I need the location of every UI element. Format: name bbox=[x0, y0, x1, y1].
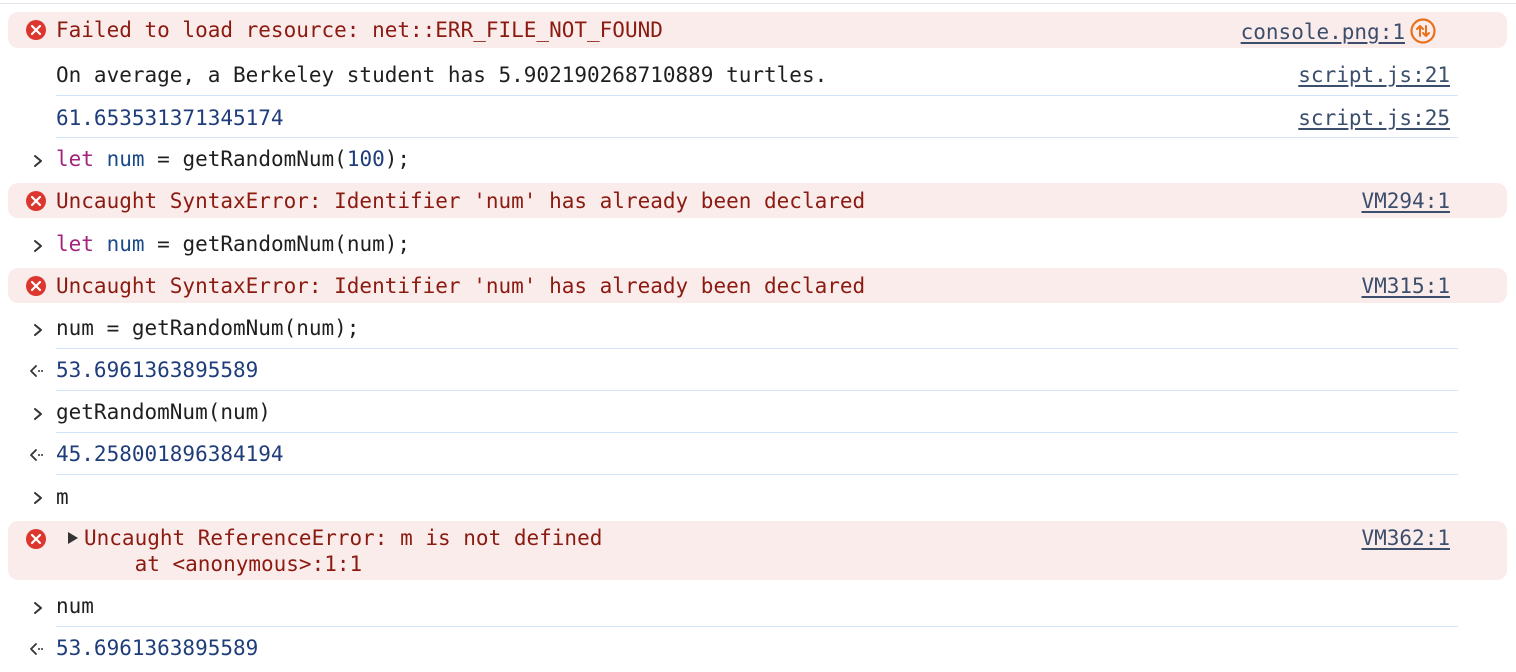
message-text: On average, a Berkeley student has 5.902… bbox=[56, 63, 828, 87]
console-message-error: Uncaught ReferenceError: m is not define… bbox=[8, 521, 1507, 580]
code-text: = getRandomNum( bbox=[144, 147, 347, 171]
console-message-error: Uncaught SyntaxError: Identifier 'num' h… bbox=[8, 183, 1507, 218]
return-arrow-icon bbox=[30, 365, 43, 377]
input-code: num bbox=[56, 594, 94, 618]
source-link[interactable]: VM362:1 bbox=[1361, 525, 1450, 551]
prompt-chevron-icon bbox=[34, 324, 42, 336]
console-input-entry: let num = getRandomNum(100); bbox=[8, 138, 1507, 180]
code-number: 100 bbox=[346, 147, 385, 171]
console-message-log: On average, a Berkeley student has 5.902… bbox=[8, 54, 1507, 96]
prompt-chevron-icon bbox=[34, 408, 42, 420]
return-arrow-icon bbox=[30, 449, 43, 461]
console-top-border bbox=[0, 3, 1516, 4]
source-link[interactable]: VM294:1 bbox=[1361, 188, 1450, 214]
source-link[interactable]: console.png:1 bbox=[1241, 19, 1405, 45]
console-message-log: 61.653531371345174 script.js:25 bbox=[8, 96, 1507, 138]
stack-trace: at <anonymous>:1:1 bbox=[84, 552, 363, 576]
message-text: Uncaught SyntaxError: Identifier 'num' h… bbox=[56, 189, 866, 213]
input-code: let num = getRandomNum(100); bbox=[56, 146, 410, 172]
console-message-error: Uncaught SyntaxError: Identifier 'num' h… bbox=[8, 268, 1507, 303]
prompt-chevron-icon bbox=[34, 492, 42, 504]
message-text: Uncaught SyntaxError: Identifier 'num' h… bbox=[56, 274, 866, 298]
code-keyword: let bbox=[56, 147, 94, 171]
console-input-entry: m bbox=[8, 475, 1507, 517]
console-input-entry: num bbox=[8, 585, 1507, 627]
prompt-chevron-icon bbox=[34, 240, 42, 252]
prompt-chevron-icon bbox=[34, 155, 42, 167]
input-code: num = getRandomNum(num); bbox=[56, 316, 360, 340]
code-keyword: let bbox=[56, 232, 94, 256]
result-value: 53.6961363895589 bbox=[56, 636, 259, 660]
error-icon bbox=[26, 529, 46, 549]
code-text: = getRandomNum(num); bbox=[144, 232, 411, 256]
message-text: Failed to load resource: net::ERR_FILE_N… bbox=[56, 18, 663, 42]
code-variable: num bbox=[106, 232, 145, 256]
input-code: let num = getRandomNum(num); bbox=[56, 231, 410, 257]
prompt-chevron-icon bbox=[34, 602, 42, 614]
code-variable: num bbox=[106, 147, 145, 171]
console-result-entry: 53.6961363895589 bbox=[8, 349, 1507, 391]
code-text: ); bbox=[384, 147, 411, 171]
return-arrow-icon bbox=[30, 643, 43, 655]
console-result-entry: 53.6961363895589 bbox=[8, 627, 1507, 669]
error-icon bbox=[26, 191, 46, 211]
console-input-entry: num = getRandomNum(num); bbox=[8, 307, 1507, 349]
input-code: m bbox=[56, 485, 69, 509]
message-text: Uncaught ReferenceError: m is not define… bbox=[84, 526, 603, 550]
network-request-icon[interactable] bbox=[1409, 17, 1437, 45]
console-message-error: Failed to load resource: net::ERR_FILE_N… bbox=[8, 12, 1507, 48]
result-value: 45.258001896384194 bbox=[56, 442, 284, 466]
source-link[interactable]: script.js:25 bbox=[1298, 105, 1450, 131]
result-value: 53.6961363895589 bbox=[56, 358, 259, 382]
message-value: 61.653531371345174 bbox=[56, 106, 284, 130]
source-link[interactable]: VM315:1 bbox=[1361, 273, 1450, 299]
error-icon bbox=[26, 20, 46, 40]
console-result-entry: 45.258001896384194 bbox=[8, 433, 1507, 475]
console-input-entry: let num = getRandomNum(num); bbox=[8, 223, 1507, 265]
console-input-entry: getRandomNum(num) bbox=[8, 391, 1507, 433]
expand-triangle-icon[interactable] bbox=[66, 530, 80, 546]
input-code: getRandomNum(num) bbox=[56, 400, 271, 424]
source-link[interactable]: script.js:21 bbox=[1298, 62, 1450, 88]
error-icon bbox=[26, 276, 46, 296]
